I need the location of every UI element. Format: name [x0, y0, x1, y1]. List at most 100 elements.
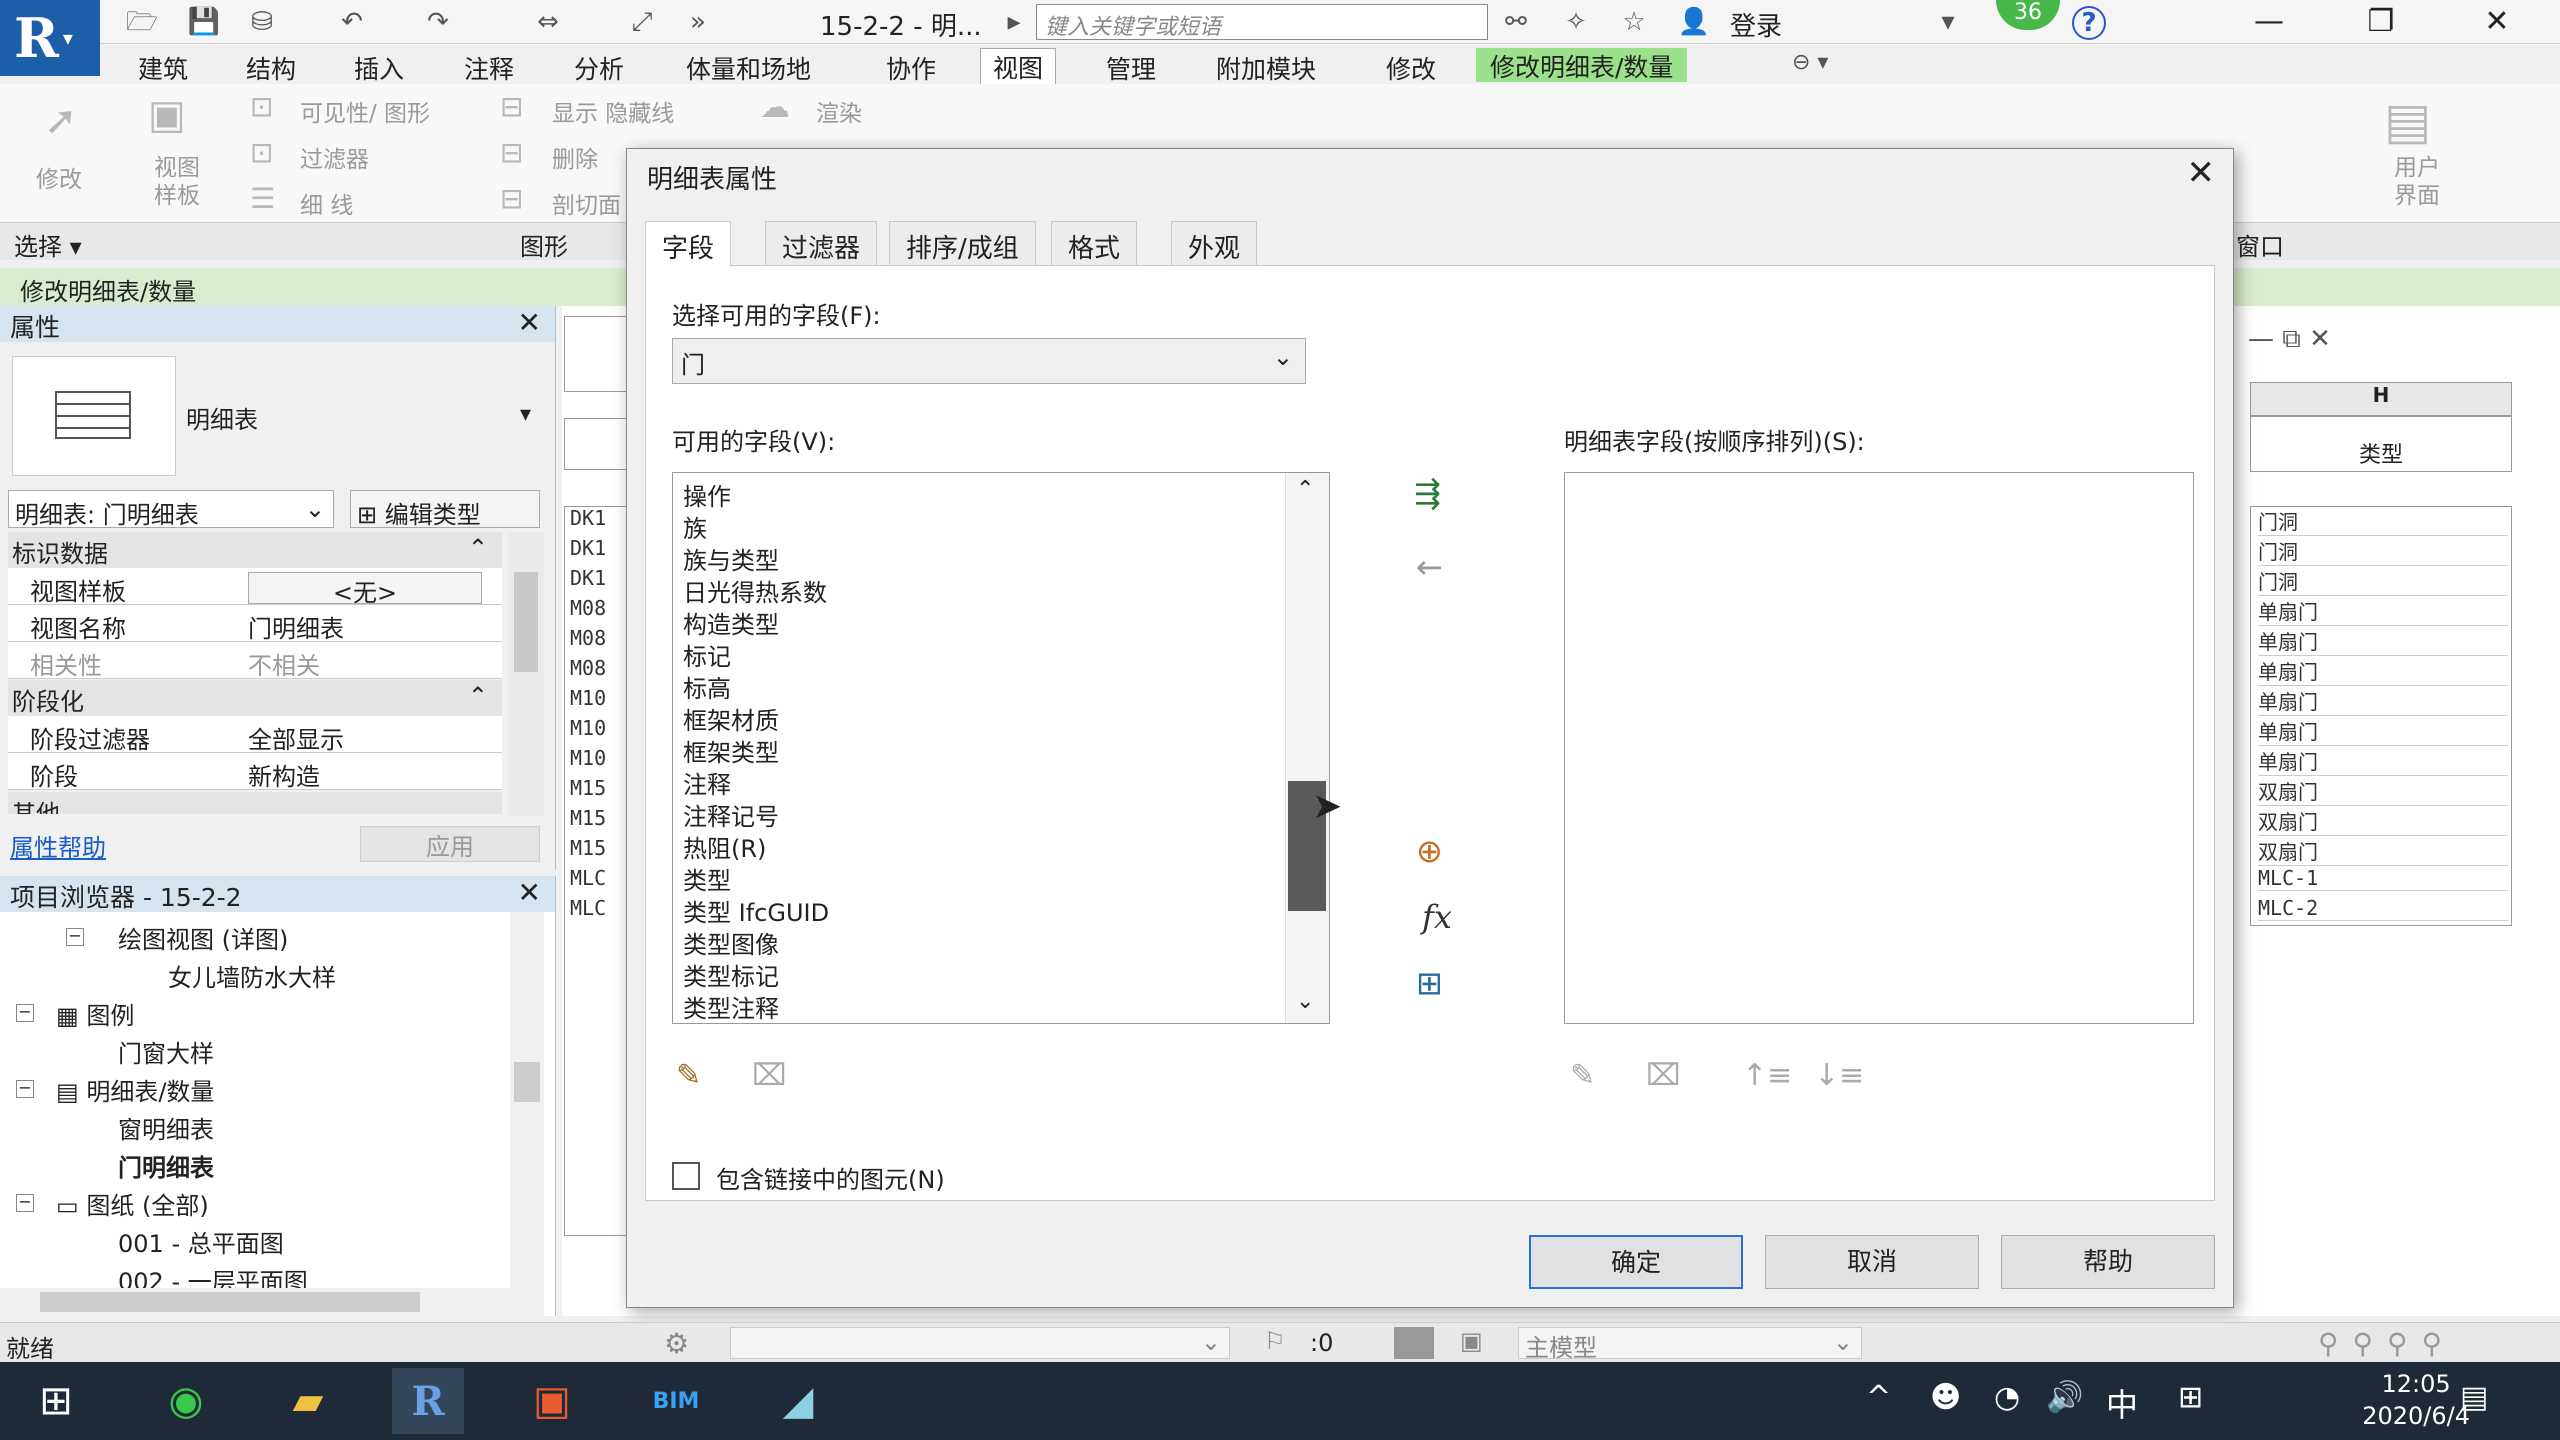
ime-mode-icon[interactable]: ⊞	[2178, 1380, 2203, 1415]
available-field-item[interactable]: 族与类型	[683, 541, 779, 576]
available-field-item[interactable]: 类型	[683, 861, 731, 896]
instance-selector[interactable]: 明细表: 门明细表 ⌄	[8, 490, 334, 529]
scroll-up-icon[interactable]: ⌃	[1296, 477, 1314, 502]
modify-button[interactable]: 修改	[36, 160, 82, 194]
properties-scrollbar[interactable]	[508, 532, 544, 816]
available-field-item[interactable]: 类型图像	[683, 925, 779, 960]
user-icon[interactable]: 👤	[1676, 6, 1712, 38]
type-dropdown-icon[interactable]: ▾	[520, 402, 531, 427]
visibility-icon[interactable]: ⊡	[250, 90, 273, 123]
tree-item-legends[interactable]: ▦ 图例	[56, 996, 134, 1031]
tab-formatting[interactable]: 格式	[1051, 221, 1138, 265]
help-icon[interactable]: ?	[2072, 6, 2106, 40]
tree-toggle[interactable]: −	[16, 1080, 34, 1098]
render-icon[interactable]: ☁	[760, 90, 790, 125]
delete-scheduled-icon[interactable]: ⌧	[1646, 1058, 1681, 1093]
edit-parameter-icon[interactable]: ✎	[676, 1058, 701, 1093]
tab-addins[interactable]: 附加模块	[1216, 50, 1316, 86]
section-identity-data[interactable]: 标识数据 ⌃	[8, 532, 502, 568]
tab-massing-site[interactable]: 体量和场地	[686, 50, 811, 86]
minimize-icon[interactable]: —	[2234, 2, 2304, 42]
close-icon[interactable]: ✕	[518, 876, 541, 909]
edit-type-button[interactable]: ⊞ 编辑类型	[350, 490, 540, 529]
clock[interactable]: 12:05 2020/6/4	[2362, 1368, 2470, 1432]
available-field-item[interactable]: 热阻(R)	[683, 829, 766, 864]
add-parameter-icon[interactable]: ⊕	[1416, 832, 1443, 870]
worksets-icon[interactable]: ⚙	[664, 1327, 689, 1360]
available-field-item[interactable]: 框架材质	[683, 701, 779, 736]
help-button[interactable]: 帮助	[2001, 1235, 2215, 1289]
file-explorer-icon[interactable]: ▰	[272, 1368, 344, 1434]
available-field-item[interactable]: 族	[683, 509, 707, 544]
dimension-icon[interactable]: ⤢	[624, 6, 660, 38]
workset-select[interactable]: ⌄	[730, 1327, 1230, 1359]
option-icon[interactable]: ▣	[1460, 1327, 1483, 1355]
available-field-item[interactable]: 注释	[683, 765, 731, 800]
show-hidden-icon[interactable]: ⊟	[500, 90, 523, 123]
app-icon[interactable]: ◢	[762, 1368, 834, 1434]
tree-item-sheet-001[interactable]: 001 - 总平面图	[118, 1224, 284, 1259]
thin-lines-icon[interactable]: ☰	[250, 182, 275, 215]
cut-profile-icon[interactable]: ⊟	[500, 182, 523, 215]
remove-icon[interactable]: ⊟	[500, 136, 523, 169]
tree-item-window-schedule[interactable]: 窗明细表	[118, 1110, 214, 1145]
tree-item-door-window-detail[interactable]: 门窗大样	[118, 1034, 214, 1069]
binoculars-icon[interactable]: ⚯	[1498, 6, 1534, 38]
tab-collaborate[interactable]: 协作	[886, 50, 936, 86]
search-input[interactable]: 键入关键字或短语	[1036, 4, 1488, 40]
available-field-item[interactable]: 标记	[683, 637, 731, 672]
notification-badge[interactable]: 36	[1996, 0, 2060, 30]
chevron-up-icon[interactable]: ^	[1866, 1380, 1891, 1415]
view-name-field[interactable]: 门明细表	[248, 609, 482, 643]
scrollbar-thumb[interactable]	[40, 1292, 420, 1312]
delete-parameter-icon[interactable]: ⌧	[752, 1058, 787, 1093]
design-options-icon[interactable]	[1394, 1327, 1434, 1359]
calculated-value-icon[interactable]: fx	[1422, 898, 1452, 936]
available-field-item[interactable]: 构造类型	[683, 605, 779, 640]
tab-modify[interactable]: 修改	[1386, 50, 1436, 86]
tree-item-schedules[interactable]: ▤ 明细表/数量	[56, 1072, 214, 1107]
user-interface-icon[interactable]: ▤	[2384, 92, 2431, 150]
view-template-button[interactable]: 视图 样板	[154, 154, 200, 210]
tree-toggle[interactable]: −	[66, 928, 84, 946]
phase-field[interactable]: 新构造	[248, 757, 482, 791]
add-field-icon[interactable]: ⇶	[1414, 474, 1441, 512]
type-header-cell[interactable]: 类型	[2250, 416, 2512, 472]
cursor-icon[interactable]: ➚	[44, 98, 78, 144]
apply-button[interactable]: 应用	[360, 826, 540, 862]
available-field-item[interactable]: 操作	[683, 477, 731, 512]
tab-modify-schedule[interactable]: 修改明细表/数量	[1476, 48, 1688, 82]
sync-icon[interactable]: ⛁	[244, 6, 280, 38]
show-hidden-lines-button[interactable]: 显示 隐藏线	[552, 94, 674, 128]
ok-button[interactable]: 确定	[1529, 1235, 1743, 1289]
scrollbar-thumb[interactable]	[514, 1062, 540, 1102]
tree-toggle[interactable]: −	[16, 1004, 34, 1022]
thin-lines-button[interactable]: 细 线	[300, 186, 353, 220]
favorites-icon[interactable]: ☆	[1616, 6, 1652, 38]
tab-annotate[interactable]: 注释	[464, 50, 514, 86]
available-field-item[interactable]: 标高	[683, 669, 731, 704]
ribbon-minimize-icon[interactable]: ⊖ ▾	[1792, 50, 1828, 75]
close-icon[interactable]: ✕	[2187, 153, 2216, 193]
redo-icon[interactable]: ↷	[420, 6, 456, 38]
edit-scheduled-icon[interactable]: ✎	[1570, 1058, 1595, 1093]
selection-filter-icons[interactable]: ⚲⚲⚲⚲	[2318, 1327, 2456, 1360]
ime-indicator[interactable]: 中	[2106, 1380, 2138, 1426]
tree-item-drafting-views[interactable]: 绘图视图 (详图)	[118, 920, 288, 955]
phase-filter-field[interactable]: 全部显示	[248, 720, 482, 754]
close-icon[interactable]: ✕	[2462, 2, 2532, 42]
revit-taskbar-icon[interactable]: R	[392, 1368, 464, 1434]
tab-fields[interactable]: 字段	[645, 221, 732, 267]
available-field-item[interactable]: 日光得热系数	[683, 573, 827, 608]
visibility-graphics-button[interactable]: 可见性/ 图形	[300, 94, 430, 128]
editing-requests-icon[interactable]: ⚐	[1264, 1327, 1286, 1355]
tree-item-parapet-detail[interactable]: 女儿墙防水大样	[168, 958, 336, 993]
tab-filter[interactable]: 过滤器	[765, 221, 878, 265]
network-icon[interactable]: ◔	[1994, 1380, 2020, 1415]
close-icon[interactable]: ✕	[518, 306, 541, 339]
column-header-h[interactable]: H	[2250, 382, 2512, 416]
expand-arrow-icon[interactable]: ▸	[996, 6, 1032, 38]
tree-item-door-schedule[interactable]: 门明细表	[118, 1148, 214, 1183]
tab-sorting-grouping[interactable]: 排序/成组	[889, 221, 1036, 265]
browser-scrollbar[interactable]	[510, 912, 544, 1288]
